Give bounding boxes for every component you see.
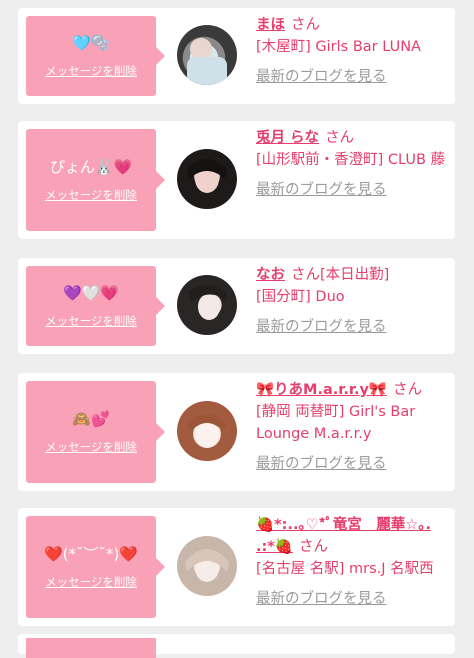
avatar-image	[187, 159, 227, 193]
message-bubble: 🩵🫧 メッセージを削除	[26, 16, 165, 96]
honorific: さん	[291, 17, 320, 33]
honorific: さん	[298, 539, 328, 555]
shop-name: [山形駅前・香澄町] CLUB 藤	[256, 152, 446, 168]
message-text: 🙈💕	[72, 410, 110, 428]
honorific: さん	[325, 130, 355, 146]
message-text: ❤️(*˘︶˘*)❤️	[43, 545, 139, 563]
message-card: ❤️(*˘︶˘*)❤️ メッセージを削除 🍓*:..｡♡*ﾟ竜宮 麗華☆｡. .…	[18, 508, 455, 626]
latest-blog-link[interactable]: 最新のブログを見る	[256, 66, 451, 88]
cast-info: まほ さん [木屋町] Girls Bar LUNA 最新のブログを見る	[256, 14, 451, 88]
cast-name[interactable]: 兎月 らな	[256, 130, 319, 146]
avatar[interactable]	[177, 275, 237, 335]
shop-name: [名古屋 名駅] mrs.J 名駅西	[256, 561, 434, 577]
cast-info: 兎月 らな さん [山形駅前・香澄町] CLUB 藤 最新のブログを見る	[256, 127, 451, 201]
latest-blog-link[interactable]: 最新のブログを見る	[256, 453, 451, 475]
shop-name: [静岡 両替町] Girl's Bar Lounge M.a.r.r.y	[256, 404, 416, 442]
message-card: 🩵🫧 メッセージを削除 まほ さん [木屋町] Girls Bar LUNA 最新…	[18, 8, 455, 104]
avatar-image	[187, 38, 227, 85]
message-bubble: ぴょん🐰💗 メッセージを削除	[26, 129, 165, 231]
message-text: 🩵🫧	[72, 34, 110, 52]
latest-blog-link[interactable]: 最新のブログを見る	[256, 179, 451, 201]
honorific: さん	[392, 382, 422, 398]
avatar-image	[189, 284, 227, 320]
avatar[interactable]	[177, 536, 237, 596]
message-card-partial	[18, 634, 455, 658]
delete-message-link[interactable]: メッセージを削除	[45, 313, 137, 329]
message-bubble: 💜🤍💗 メッセージを削除	[26, 266, 165, 346]
message-card: 🙈💕 メッセージを削除 🎀りあM.a.r.r.y🎀 さん [静岡 両替町] Gir…	[18, 373, 455, 491]
message-text: 💜🤍💗	[62, 284, 120, 302]
delete-message-link[interactable]: メッセージを削除	[45, 63, 137, 79]
avatar[interactable]	[177, 25, 237, 85]
message-card: 💜🤍💗 メッセージを削除 なお さん[本日出勤] [国分町] Duo 最新のブログ…	[18, 258, 455, 354]
avatar[interactable]	[177, 149, 237, 209]
delete-message-link[interactable]: メッセージを削除	[45, 439, 137, 455]
cast-name[interactable]: まほ	[256, 17, 285, 33]
avatar-image	[187, 414, 227, 448]
avatar-image	[185, 549, 229, 582]
cast-name[interactable]: 🎀りあM.a.r.r.y🎀	[256, 382, 387, 398]
message-bubble	[26, 638, 156, 658]
shop-name: [木屋町] Girls Bar LUNA	[256, 39, 421, 55]
message-text: ぴょん🐰💗	[49, 158, 133, 176]
shop-name: [国分町] Duo	[256, 289, 345, 305]
latest-blog-link[interactable]: 最新のブログを見る	[256, 588, 451, 610]
cast-info: なお さん[本日出勤] [国分町] Duo 最新のブログを見る	[256, 264, 451, 338]
latest-blog-link[interactable]: 最新のブログを見る	[256, 316, 451, 338]
status-text: [本日出勤]	[320, 267, 390, 283]
cast-info: 🍓*:..｡♡*ﾟ竜宮 麗華☆｡. .:*🍓 さん [名古屋 名駅] mrs.J …	[256, 514, 451, 610]
cast-info: 🎀りあM.a.r.r.y🎀 さん [静岡 両替町] Girl's Bar Loun…	[256, 379, 451, 475]
honorific: さん	[291, 267, 320, 283]
cast-name[interactable]: 🍓*:..｡♡*ﾟ竜宮 麗華☆｡. .:*🍓	[256, 517, 431, 555]
message-bubble: 🙈💕 メッセージを削除	[26, 381, 165, 483]
delete-message-link[interactable]: メッセージを削除	[45, 574, 137, 590]
message-card: ぴょん🐰💗 メッセージを削除 兎月 らな さん [山形駅前・香澄町] CLUB 藤…	[18, 121, 455, 239]
message-bubble: ❤️(*˘︶˘*)❤️ メッセージを削除	[26, 516, 165, 618]
message-list: 🩵🫧 メッセージを削除 まほ さん [木屋町] Girls Bar LUNA 最新…	[0, 0, 474, 658]
delete-message-link[interactable]: メッセージを削除	[45, 187, 137, 203]
avatar[interactable]	[177, 401, 237, 461]
cast-name[interactable]: なお	[256, 267, 285, 283]
